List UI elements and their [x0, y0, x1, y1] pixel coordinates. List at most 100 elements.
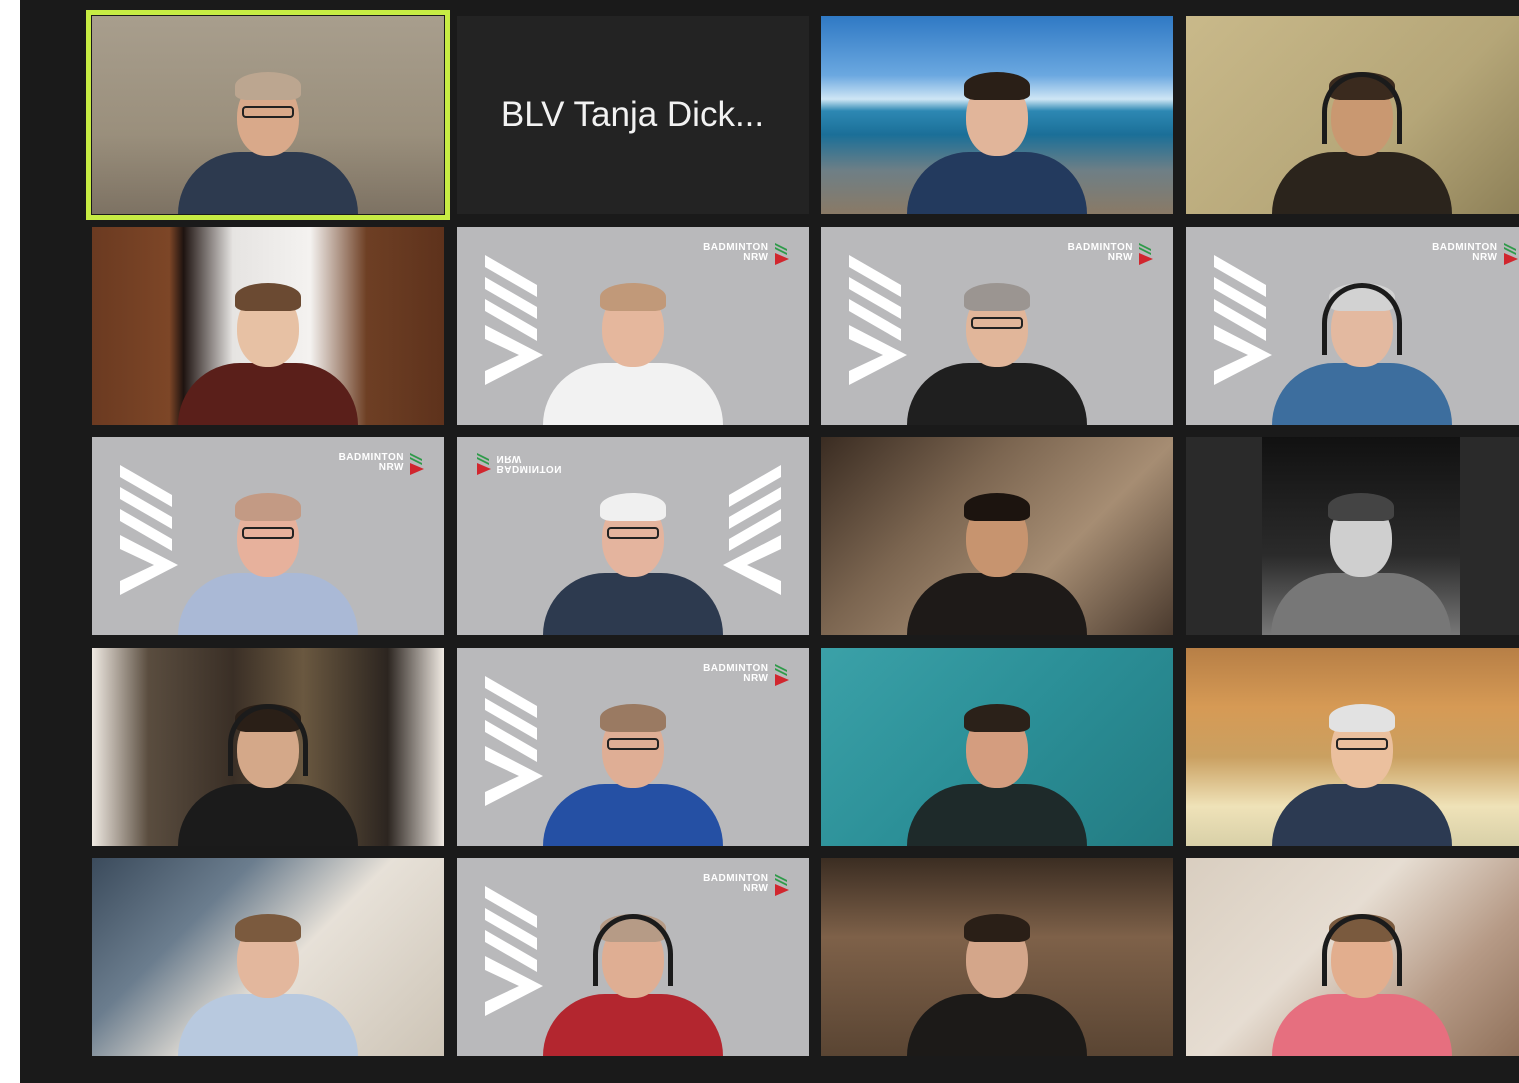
participant-video-tile[interactable]: BADMINTON NRW [456, 437, 809, 635]
participant-video-tile[interactable]: BADMINTON NRW [821, 226, 1173, 425]
participant-avatar [168, 485, 368, 635]
headset-icon [1321, 72, 1402, 144]
participant-avatar [168, 906, 368, 1056]
badminton-nrw-mark-icon [774, 874, 789, 896]
participant-avatar [897, 906, 1097, 1056]
participant-avatar [1262, 275, 1462, 425]
badminton-nrw-logo: BADMINTON NRW [1068, 241, 1155, 265]
logo-text-line: NRW [743, 883, 769, 894]
badminton-nrw-mark-icon [774, 242, 789, 265]
participant-avatar [168, 696, 368, 846]
participant-avatar [1262, 906, 1462, 1056]
badminton-nrw-logo: BADMINTON NRW [475, 451, 562, 475]
participant-video-tile[interactable] [1185, 858, 1519, 1056]
participant-hair [1327, 493, 1394, 521]
participant-body [1271, 152, 1452, 214]
participant-hair [599, 703, 666, 732]
glasses [606, 737, 659, 750]
participant-avatar [897, 696, 1097, 846]
participant-body [907, 783, 1087, 846]
participant-body [178, 573, 358, 635]
glasses [242, 106, 294, 118]
participant-avatar [168, 275, 368, 425]
badminton-nrw-logo: BADMINTON NRW [703, 241, 790, 265]
participant-avatar [168, 64, 368, 214]
active-speaker-tile[interactable] [86, 10, 450, 220]
badminton-nrw-mark-icon [1503, 242, 1518, 265]
participant-video-tile[interactable] [1185, 647, 1519, 846]
participant-avatar [533, 485, 733, 635]
participant-video-tile[interactable] [92, 647, 444, 846]
participant-body [178, 994, 358, 1056]
participant-avatar [533, 275, 733, 425]
participant-hair [964, 493, 1030, 521]
participant-grid: BLV Tanja Dick... BADMINTON NRW BADMINTON NR… [86, 10, 1519, 1061]
headset-icon [1321, 914, 1402, 986]
logo-text-line: BADMINTON [703, 241, 769, 253]
logo-text-line: BADMINTON [703, 662, 769, 674]
participant-hair [235, 72, 301, 100]
profile-photo [1261, 437, 1460, 635]
participant-body [542, 362, 723, 425]
participant-video-tile[interactable] [92, 858, 444, 1056]
glasses [1335, 737, 1388, 750]
participant-hair [235, 282, 301, 311]
participant-hair [235, 914, 301, 942]
participant-video-tile[interactable] [92, 226, 444, 425]
logo-text-line: NRW [1107, 251, 1133, 263]
headset-icon [1321, 282, 1402, 355]
participant-name: BLV Tanja Dick... [500, 95, 765, 134]
participant-body [178, 152, 358, 214]
glasses [606, 527, 659, 539]
participant-hair [964, 282, 1030, 311]
participant-video-tile[interactable]: BADMINTON NRW [92, 437, 444, 635]
badminton-nrw-logo: BADMINTON NRW [339, 451, 426, 475]
participant-avatar [1262, 696, 1462, 846]
participant-hair [964, 72, 1030, 100]
participant-body [1271, 783, 1452, 846]
participant-video-tile[interactable] [821, 858, 1173, 1056]
participant-hair [964, 703, 1030, 732]
headset-icon [592, 914, 673, 986]
participant-body [542, 573, 723, 635]
participant-body [907, 362, 1087, 425]
badminton-nrw-logo: BADMINTON NRW [1432, 241, 1519, 265]
participant-hair [964, 914, 1030, 942]
participant-body [907, 152, 1087, 214]
logo-text-line: NRW [496, 453, 522, 464]
logo-text-line: BADMINTON [1432, 241, 1498, 253]
participant-avatar [1262, 64, 1462, 214]
badminton-nrw-mark-icon [476, 453, 491, 475]
participant-body [178, 362, 358, 425]
participant-hair [1328, 703, 1395, 732]
participant-video-tile[interactable] [1185, 437, 1519, 635]
badminton-nrw-logo: BADMINTON NRW [703, 872, 790, 896]
badminton-nrw-mark-icon [1139, 242, 1153, 265]
participant-video-tile[interactable]: BADMINTON NRW [1185, 226, 1519, 425]
participant-body [542, 783, 723, 846]
glasses [242, 527, 294, 539]
headset-icon [228, 703, 308, 776]
logo-text-line: NRW [1472, 251, 1498, 263]
participant-video-tile[interactable]: BADMINTON NRW [456, 226, 809, 425]
participant-video-tile[interactable]: BADMINTON NRW [456, 647, 809, 846]
participant-hair [235, 493, 301, 521]
participant-video-tile[interactable] [1185, 16, 1519, 214]
badminton-nrw-logo: BADMINTON NRW [703, 662, 790, 686]
logo-text-line: BADMINTON [496, 463, 562, 474]
participant-video-tile[interactable] [821, 647, 1173, 846]
glasses [971, 316, 1023, 329]
participant-avatar [897, 275, 1097, 425]
participant-body [178, 783, 358, 846]
participant-video-tile[interactable] [821, 16, 1173, 214]
participant-video-tile[interactable] [821, 437, 1173, 635]
logo-text-line: BADMINTON [1067, 241, 1133, 253]
participant-avatar [533, 906, 733, 1056]
participant-body [1271, 362, 1452, 425]
participant-video-tile[interactable]: BADMINTON NRW [456, 858, 809, 1056]
participant-video-tile[interactable]: BLV Tanja Dick... [456, 16, 809, 214]
badminton-nrw-mark-icon [774, 663, 789, 686]
zoom-gallery-view: BLV Tanja Dick... BADMINTON NRW BADMINTON NR… [20, 0, 1519, 1083]
participant-hair [599, 493, 666, 521]
participant-avatar [897, 485, 1097, 635]
